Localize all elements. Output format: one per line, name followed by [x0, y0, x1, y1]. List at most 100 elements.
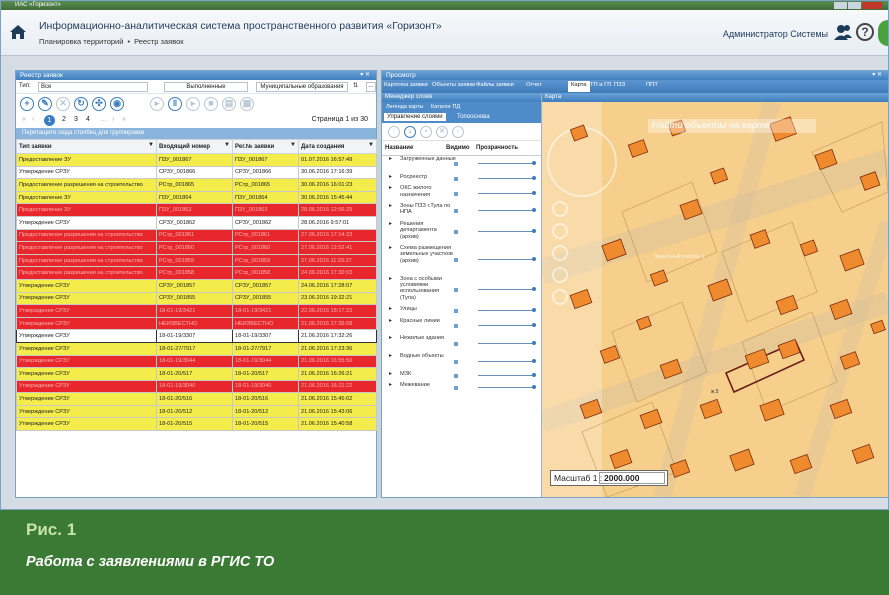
expand-icon[interactable]: ▸: [389, 185, 392, 191]
opacity-slider[interactable]: [478, 322, 536, 327]
play-icon[interactable]: ▸: [150, 97, 164, 111]
layer-item[interactable]: ▸ Загруженные данные: [382, 156, 536, 174]
opacity-slider-knob[interactable]: [532, 161, 536, 166]
table-row[interactable]: Утверждение СРЗУ 18-01-20/512 18-01-20/512…: [16, 404, 377, 419]
tab-map-legend[interactable]: Легенда карты: [386, 104, 423, 110]
table-row[interactable]: Утверждение СРЗУ СРЗУ_001857 СРЗУ_001857 24…: [16, 278, 377, 293]
tab-preview[interactable]: Карточка заявки: [384, 82, 428, 88]
group-by-bar[interactable]: Перетащите сюда столбец для группировки: [16, 128, 376, 139]
user-icon[interactable]: [834, 23, 852, 41]
opacity-slider-knob[interactable]: [532, 287, 536, 292]
opacity-slider-knob[interactable]: [532, 322, 536, 327]
column-header[interactable]: Тип заявки ▼: [16, 139, 157, 154]
map-canvas[interactable]: ж.5 Земельный участок: 1: [542, 102, 888, 497]
layer-group-icon[interactable]: ▪: [420, 126, 432, 138]
opacity-slider[interactable]: [478, 308, 536, 313]
opacity-slider[interactable]: [478, 190, 536, 195]
measure-icon[interactable]: [552, 267, 568, 283]
done-filter-button[interactable]: Выполненные: [164, 82, 248, 92]
opacity-slider[interactable]: [478, 358, 536, 363]
layer-down-icon[interactable]: ↓: [404, 126, 416, 138]
visibility-checkbox[interactable]: [454, 309, 458, 314]
layer-up-icon[interactable]: ↑: [388, 126, 400, 138]
table-row[interactable]: Утверждение СРЗУ 18-01-19/3307 18-01-19/33…: [16, 329, 377, 343]
tab-preview[interactable]: Файлы заявки: [476, 82, 514, 88]
close-button[interactable]: [862, 2, 882, 9]
table-row[interactable]: Предоставление ЗУ П3У_001867 П3У_001867 01.…: [16, 153, 377, 167]
table-row[interactable]: Утверждение СРЗУ 18-01-20/516 18-01-20/516…: [16, 392, 377, 406]
table-row[interactable]: Предоставление ЗУ П3У_001864 П3У_001864 30.…: [16, 190, 377, 205]
opacity-slider[interactable]: [478, 161, 536, 166]
zoom-out-icon[interactable]: [552, 223, 568, 239]
layer-item[interactable]: ▸ Водные объекты: [382, 353, 536, 371]
print-icon[interactable]: ▦: [240, 97, 254, 111]
refresh-icon[interactable]: ↻: [74, 97, 88, 111]
minimize-button[interactable]: [834, 2, 847, 9]
pin-icon[interactable]: ▾ ✕: [872, 71, 882, 80]
opacity-slider-knob[interactable]: [532, 340, 536, 345]
expand-icon[interactable]: ▸: [389, 156, 392, 162]
stop-icon[interactable]: ■: [204, 97, 218, 111]
visibility-checkbox[interactable]: [454, 230, 458, 235]
layer-item[interactable]: ▸ ОКС жилого назначения: [382, 185, 536, 203]
table-row[interactable]: Предоставление разрешения на строительст…: [16, 228, 377, 243]
visibility-checkbox[interactable]: [454, 323, 458, 328]
visibility-checkbox[interactable]: [454, 257, 458, 262]
comment-icon[interactable]: ◉: [110, 97, 124, 111]
forward-icon[interactable]: ▸: [186, 97, 200, 111]
expand-icon[interactable]: ▸: [389, 335, 392, 341]
tab-preview[interactable]: Отчет: [526, 82, 542, 88]
layer-item[interactable]: ▸ Красные линии: [382, 318, 536, 336]
expand-icon[interactable]: ▸: [389, 174, 392, 180]
table-row[interactable]: Предоставление разрешения на строительст…: [16, 241, 377, 255]
opacity-slider-knob[interactable]: [532, 358, 536, 363]
table-row[interactable]: Утверждение СРЗУ СРЗУ_001866 СРЗУ_001866 30…: [16, 165, 377, 180]
home-icon[interactable]: [9, 24, 27, 40]
expand-icon[interactable]: ▸: [389, 203, 392, 209]
visibility-checkbox[interactable]: [454, 374, 458, 379]
select-icon[interactable]: [552, 289, 568, 305]
table-row[interactable]: Предоставление разрешения на строительст…: [16, 266, 377, 280]
visibility-checkbox[interactable]: [454, 176, 458, 181]
pause-icon[interactable]: ‖: [168, 97, 182, 111]
expand-icon[interactable]: ▸: [389, 382, 392, 388]
sort-icon[interactable]: ⇅: [353, 82, 361, 92]
visibility-checkbox[interactable]: [454, 288, 458, 293]
user-name[interactable]: Администратор Системы: [723, 29, 828, 39]
visibility-checkbox[interactable]: [454, 162, 458, 167]
pan-icon[interactable]: [552, 245, 568, 261]
expand-icon[interactable]: ▸: [389, 318, 392, 324]
table-row[interactable]: Предоставление ЗУ П3У_001863 П3У_001863 28.…: [16, 203, 377, 217]
column-header[interactable]: Входящий номер ▼: [156, 139, 233, 154]
page-1[interactable]: 1: [44, 115, 55, 126]
maximize-button[interactable]: [848, 2, 861, 9]
table-row[interactable]: Утверждение СРЗУ 18-01-19/3421 18-01-19/34…: [16, 304, 377, 318]
table-row[interactable]: Утверждение СРЗУ 18-01-19/3040 18-01-19/30…: [16, 379, 377, 394]
opacity-slider[interactable]: [478, 229, 536, 234]
last-page-icon[interactable]: »: [122, 116, 126, 123]
opacity-slider-knob[interactable]: [532, 175, 536, 180]
expand-icon[interactable]: ▸: [389, 353, 392, 359]
help-icon[interactable]: ?: [856, 23, 874, 41]
layer-remove-icon[interactable]: ✕: [436, 126, 448, 138]
layer-settings-icon[interactable]: ◦: [452, 126, 464, 138]
column-header[interactable]: Рег.№ заявки ▼: [232, 139, 299, 154]
link-icon[interactable]: ✣: [92, 97, 106, 111]
opacity-slider-knob[interactable]: [532, 384, 536, 389]
table-row[interactable]: Утверждение СРЗУ СРЗУ_001855 СРЗУ_001855 23…: [16, 291, 377, 306]
visibility-checkbox[interactable]: [454, 209, 458, 214]
map-view[interactable]: Карта ж.5 Земельный участок: 1 Найти объ…: [542, 93, 888, 497]
opacity-slider[interactable]: [478, 373, 536, 378]
opacity-slider-knob[interactable]: [532, 229, 536, 234]
delete-icon[interactable]: ✕: [56, 97, 70, 111]
visibility-checkbox[interactable]: [454, 385, 458, 390]
layer-item[interactable]: ▸ Зона с особыми условиями использования …: [382, 276, 536, 307]
add-icon[interactable]: +: [20, 97, 34, 111]
next-page-icon[interactable]: ›: [112, 116, 114, 123]
table-row[interactable]: Утверждение СРЗУ 18-01-19/3044 18-01-19/30…: [16, 354, 377, 369]
expand-icon[interactable]: ▸: [389, 306, 392, 312]
tab-preview[interactable]: ППТ: [646, 82, 658, 88]
tab-topobase[interactable]: Топооснова: [454, 113, 493, 121]
opacity-slider-knob[interactable]: [532, 208, 536, 213]
layer-item[interactable]: ▸ Схема размещения земельных участков (ар…: [382, 245, 536, 276]
